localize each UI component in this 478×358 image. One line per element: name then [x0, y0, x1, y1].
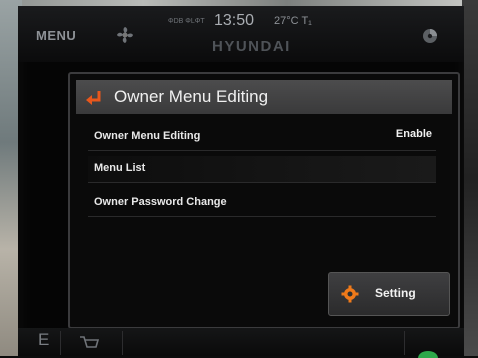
disc-icon[interactable]	[422, 28, 438, 44]
setting-label: Setting	[375, 286, 416, 300]
owner-menu-dialog: Owner Menu Editing Owner Menu Editing En…	[68, 72, 460, 329]
signal-indicator-icon	[418, 351, 438, 358]
temperature-value: 27°C	[274, 15, 299, 27]
head-unit-screen: MENU ΦDB ΦLΦT 13:50 27°C T₁ HYUNDAI Owne…	[18, 6, 464, 358]
bottom-bar: E	[18, 328, 464, 358]
row-owner-password-change[interactable]: Owner Password Change	[88, 190, 436, 217]
row-menu-list[interactable]: Menu List	[88, 156, 436, 183]
row-owner-menu-editing[interactable]: Owner Menu Editing Enable	[88, 124, 436, 151]
status-bar: MENU ΦDB ΦLΦT 13:50 27°C T₁ HYUNDAI	[18, 6, 464, 62]
gear-icon	[341, 285, 359, 303]
bottom-left-letter[interactable]: E	[38, 330, 49, 350]
menu-button[interactable]: MENU	[36, 28, 76, 43]
fan-icon[interactable]	[114, 24, 136, 46]
clock: 13:50	[214, 12, 255, 29]
divider	[60, 331, 61, 355]
divider	[122, 331, 123, 355]
row-label: Menu List	[94, 162, 146, 174]
dab-indicator: ΦDB ΦLΦT	[168, 18, 205, 25]
divider	[404, 331, 405, 355]
brand-logo-text: HYUNDAI	[212, 38, 291, 55]
background-photo-right	[462, 0, 478, 356]
shopping-cart-icon[interactable]	[78, 333, 100, 353]
row-value-enable: Enable	[395, 128, 432, 140]
setting-button[interactable]: Setting	[328, 272, 450, 316]
dialog-header: Owner Menu Editing	[76, 80, 452, 114]
back-arrow-icon[interactable]	[84, 88, 104, 108]
dialog-title: Owner Menu Editing	[114, 87, 269, 106]
row-label: Owner Password Change	[94, 196, 227, 208]
row-label: Owner Menu Editing	[94, 130, 201, 142]
temperature-readout: 27°C T₁	[274, 15, 312, 27]
temperature-suffix: T₁	[301, 15, 312, 27]
